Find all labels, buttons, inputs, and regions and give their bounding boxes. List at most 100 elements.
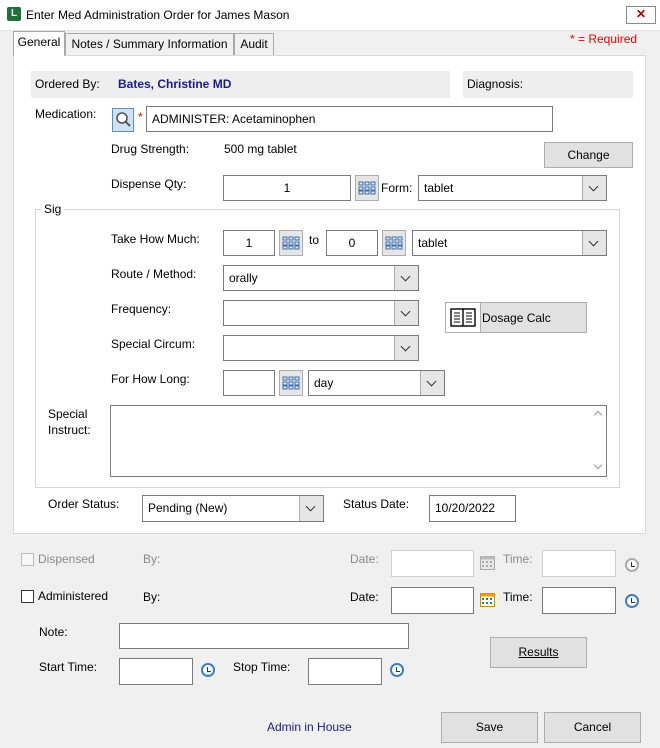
tab-notes-summary[interactable]: Notes / Summary Information	[65, 33, 234, 55]
take-unit-select[interactable]: tablet	[412, 230, 607, 256]
order-status-label: Order Status:	[48, 497, 120, 511]
start-time-label: Start Time:	[39, 660, 98, 674]
window-title: Enter Med Administration Order for James…	[26, 8, 290, 22]
dispensed-label: Dispensed	[38, 552, 95, 566]
dispensed-date-input[interactable]	[391, 550, 474, 577]
frequency-label: Frequency:	[111, 302, 172, 316]
scroll-up-icon[interactable]	[593, 410, 603, 420]
dispense-qty-picker-button[interactable]	[355, 175, 379, 201]
chevron-down-icon[interactable]	[394, 301, 418, 325]
take-from-input[interactable]: 1	[223, 230, 275, 256]
ordered-by-label: Ordered By:	[35, 77, 100, 91]
administered-time-input[interactable]	[542, 587, 616, 614]
keypad-icon	[385, 236, 403, 250]
stop-time-input[interactable]	[308, 658, 382, 685]
tab-audit[interactable]: Audit	[234, 33, 274, 55]
medication-required-mark: *	[138, 110, 143, 124]
keypad-icon	[282, 376, 300, 390]
clock-icon[interactable]	[625, 558, 639, 572]
sig-group-label: Sig	[41, 202, 65, 216]
route-method-value: orally	[229, 271, 258, 285]
special-circum-label: Special Circum:	[111, 337, 196, 351]
calendar-icon[interactable]	[480, 556, 495, 570]
dosage-calc-button[interactable]: Dosage Calc	[445, 302, 587, 333]
dispensed-checkbox[interactable]	[21, 553, 34, 566]
for-how-long-label: For How Long:	[111, 372, 190, 386]
take-to-picker-button[interactable]	[382, 230, 406, 256]
frequency-select[interactable]	[223, 300, 419, 326]
save-button[interactable]: Save	[441, 712, 538, 743]
close-icon: ✕	[635, 7, 647, 21]
scroll-down-icon[interactable]	[593, 460, 603, 470]
administered-checkbox[interactable]	[21, 590, 34, 603]
keypad-icon	[282, 236, 300, 250]
keypad-icon	[358, 181, 376, 195]
chevron-down-icon[interactable]	[394, 336, 418, 360]
medication-search-button[interactable]	[112, 108, 134, 132]
special-instruct-label-line2: Instruct:	[48, 423, 91, 437]
close-button[interactable]: ✕	[626, 6, 656, 24]
start-time-input[interactable]	[119, 658, 193, 685]
stop-time-label: Stop Time:	[233, 660, 291, 674]
order-status-value: Pending (New)	[148, 501, 228, 515]
note-input[interactable]	[119, 623, 409, 649]
administered-time-label: Time:	[503, 590, 533, 604]
route-method-select[interactable]: orally	[223, 265, 419, 291]
take-how-much-label: Take How Much:	[111, 232, 200, 246]
drug-strength-value: 500 mg tablet	[224, 142, 297, 156]
form-label: Form:	[381, 181, 413, 195]
chevron-down-icon[interactable]	[420, 371, 444, 395]
take-from-picker-button[interactable]	[279, 230, 303, 256]
medication-label: Medication:	[35, 107, 97, 121]
dispense-qty-label: Dispense Qty:	[111, 177, 187, 191]
route-method-label: Route / Method:	[111, 267, 197, 281]
dispensed-by-label: By:	[143, 552, 161, 566]
dispensed-time-input[interactable]	[542, 550, 616, 577]
administered-date-label: Date:	[350, 590, 379, 604]
take-unit-value: tablet	[418, 236, 448, 250]
drug-strength-label: Drug Strength:	[111, 142, 190, 156]
special-circum-select[interactable]	[223, 335, 419, 361]
ordered-by-value: Bates, Christine MD	[118, 77, 232, 91]
administered-label: Administered	[38, 589, 109, 603]
how-long-unit-value: day	[314, 376, 334, 390]
chevron-down-icon[interactable]	[394, 266, 418, 290]
change-button[interactable]: Change	[544, 142, 633, 168]
chevron-down-icon[interactable]	[582, 176, 606, 200]
administered-by-label: By:	[143, 590, 161, 604]
special-instruct-scrollbar[interactable]	[590, 406, 606, 476]
app-icon: L	[7, 7, 21, 21]
calculator-icon	[446, 303, 481, 332]
status-date-label: Status Date:	[343, 497, 410, 511]
chevron-down-icon[interactable]	[299, 496, 323, 521]
take-to-input[interactable]: 0	[326, 230, 378, 256]
medication-input[interactable]: ADMINISTER: Acetaminophen	[146, 106, 553, 132]
clock-icon[interactable]	[390, 663, 404, 677]
order-status-select[interactable]: Pending (New)	[142, 495, 324, 522]
form-value: tablet	[424, 181, 454, 195]
to-label: to	[309, 233, 320, 247]
cancel-button[interactable]: Cancel	[544, 712, 641, 743]
dispense-qty-input[interactable]: 1	[223, 175, 351, 201]
chevron-down-icon[interactable]	[582, 231, 606, 255]
tab-general[interactable]: General	[13, 31, 65, 56]
admin-in-house-link[interactable]: Admin in House	[267, 720, 352, 734]
calendar-icon[interactable]	[480, 593, 495, 607]
administered-date-input[interactable]	[391, 587, 474, 614]
clock-icon[interactable]	[625, 594, 639, 608]
how-long-picker-button[interactable]	[279, 370, 303, 396]
dispensed-date-label: Date:	[350, 552, 379, 566]
clock-icon[interactable]	[201, 663, 215, 677]
required-note: * = Required	[570, 32, 638, 46]
dosage-calc-label: Dosage Calc	[482, 311, 551, 325]
special-instruct-textarea[interactable]	[110, 405, 607, 477]
special-instruct-label-line1: Special	[48, 407, 88, 421]
diagnosis-label: Diagnosis:	[467, 77, 524, 91]
how-long-unit-select[interactable]: day	[308, 370, 445, 396]
results-button[interactable]: Results	[490, 637, 587, 668]
note-label: Note:	[39, 625, 68, 639]
status-date-input[interactable]: 10/20/2022	[429, 495, 516, 522]
form-select[interactable]: tablet	[418, 175, 607, 201]
magnifier-icon	[116, 112, 131, 127]
how-long-input[interactable]	[223, 370, 275, 396]
